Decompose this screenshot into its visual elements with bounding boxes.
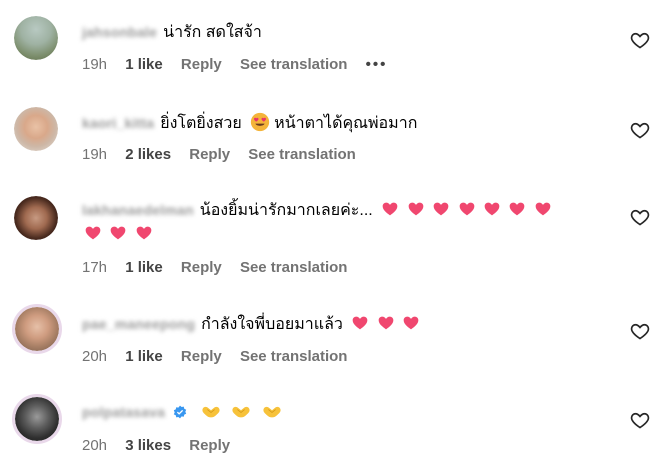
heart-outline-icon[interactable]	[630, 207, 650, 227]
comment-meta: 17h 1 like Reply See translation	[82, 258, 361, 278]
pink-heart-emoji	[535, 202, 551, 216]
hand-heart-emoji	[263, 406, 281, 418]
comment-time: 20h	[82, 437, 108, 454]
reply-button[interactable]: Reply	[181, 347, 222, 367]
comment-text: กำลังใจพี่บอยมาแล้ว	[201, 316, 343, 333]
comment-item: polpatasava 20h 3 likes Reply	[0, 380, 658, 466]
pink-heart-emoji	[459, 202, 474, 216]
pink-heart-emoji	[403, 316, 419, 330]
pink-heart-emoji	[85, 226, 101, 240]
comment-time: 19h	[82, 146, 108, 163]
pink-heart-emoji	[378, 316, 394, 330]
pink-heart-emoji	[433, 202, 449, 216]
hand-heart-emoji	[202, 406, 220, 418]
comment-item: kaori_kitta ยิ่งโตยิ่งสวย หน้าตาได้คุณพ่อ…	[0, 90, 658, 180]
comment-text: ยิ่งโตยิ่งสวย	[160, 115, 242, 132]
username[interactable]: pae_maneepong	[82, 314, 195, 334]
see-translation-button[interactable]: See translation	[240, 55, 348, 75]
avatar[interactable]	[12, 394, 62, 444]
see-translation-button[interactable]: See translation	[240, 258, 348, 278]
comment-meta: 19h 1 like Reply See translation •••	[82, 55, 401, 75]
like-count[interactable]: 1 like	[125, 347, 163, 367]
username[interactable]: jahsonbale	[82, 22, 157, 42]
avatar[interactable]	[14, 107, 58, 151]
comment-text: น่ารัก สดใสจ้า	[163, 24, 262, 41]
comment-item: jahsonbale น่ารัก สดใสจ้า 19h 1 like Repl…	[0, 0, 658, 90]
heart-outline-icon[interactable]	[630, 30, 650, 50]
pink-heart-emoji	[510, 202, 525, 216]
like-count[interactable]: 1 like	[125, 55, 163, 75]
comment-time: 20h	[82, 348, 108, 365]
reply-button[interactable]: Reply	[189, 145, 230, 165]
pink-heart-emoji	[352, 316, 368, 330]
comment-meta: 20h 1 like Reply See translation	[82, 347, 361, 367]
username[interactable]: lakhanaedelman	[82, 200, 194, 220]
comment-item: lakhanaedelman น้องยิ้มน่ารักมากเลยค่ะ...…	[0, 180, 658, 290]
reply-button[interactable]: Reply	[181, 55, 222, 75]
see-translation-button[interactable]: See translation	[248, 145, 356, 165]
comment-meta: 20h 3 likes Reply	[82, 436, 244, 456]
comment-text-continued: หน้าตาได้คุณพ่อมาก	[274, 115, 418, 132]
comment-item: pae_maneepong กำลังใจพี่บอยมาแล้ว 20h 1 l…	[0, 290, 658, 380]
heart-eyes-emoji	[251, 112, 270, 132]
pink-heart-emoji	[111, 226, 126, 240]
hand-heart-emoji	[232, 406, 251, 418]
like-count[interactable]: 1 like	[125, 258, 163, 278]
comment-time: 17h	[82, 259, 108, 276]
pink-heart-emoji	[136, 226, 152, 240]
avatar[interactable]	[12, 304, 62, 354]
heart-outline-icon[interactable]	[630, 120, 650, 140]
username[interactable]: polpatasava	[82, 402, 165, 422]
heart-outline-icon[interactable]	[630, 321, 650, 341]
avatar[interactable]	[14, 196, 58, 240]
like-count[interactable]: 2 likes	[125, 145, 171, 165]
comment-time: 19h	[82, 56, 108, 73]
username[interactable]: kaori_kitta	[82, 113, 154, 133]
reply-button[interactable]: Reply	[181, 258, 222, 278]
pink-heart-emoji	[382, 202, 398, 216]
see-translation-button[interactable]: See translation	[240, 347, 348, 367]
comment-meta: 19h 2 likes Reply See translation	[82, 145, 370, 165]
comment-text: น้องยิ้มน่ารักมากเลยค่ะ...	[199, 202, 373, 219]
heart-outline-icon[interactable]	[630, 410, 650, 430]
pink-heart-emoji	[484, 202, 500, 216]
pink-heart-emoji	[408, 202, 423, 216]
reply-button[interactable]: Reply	[189, 436, 230, 456]
avatar[interactable]	[14, 16, 58, 60]
verified-badge-icon	[173, 405, 186, 419]
like-count[interactable]: 3 likes	[125, 436, 171, 456]
more-options-icon[interactable]: •••	[366, 55, 388, 75]
